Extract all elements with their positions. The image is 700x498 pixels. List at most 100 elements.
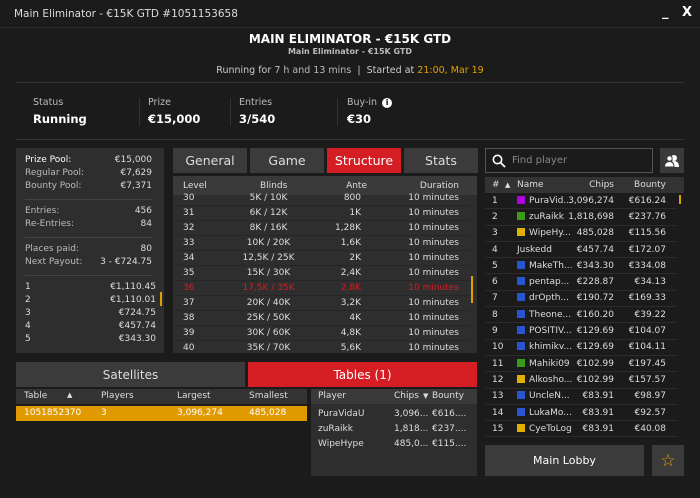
player-chips: €83.91 [582,407,615,418]
player-rank: 13 [492,391,504,402]
divider [16,82,684,83]
blinds: 30K / 60K [246,328,291,338]
running-label: Running for [216,65,272,76]
header-player[interactable]: Player [318,391,346,401]
player-row[interactable]: 7 drOpth... €190.72 €169.33 [485,291,677,308]
player-row[interactable]: 15 CyeToLog €83.91 €40.08 [485,421,677,438]
player-name: Alkosho... [529,374,573,385]
tab-tables[interactable]: Tables (1) [248,362,477,387]
tournament-title: MAIN ELIMINATOR - €15K GTD [248,32,452,46]
level: 31 [183,208,195,218]
tab-general[interactable]: General [173,148,247,173]
prize-summary: Prize €15,000 [148,97,200,126]
scrollbar[interactable] [679,195,681,204]
blinds: 12,5K / 25K [242,253,295,263]
player-row[interactable]: 9 POSITIV... €129.69 €104.07 [485,323,677,340]
header-smallest[interactable]: Smallest [249,391,288,401]
blinds: 35K / 70K [246,343,291,353]
pool-value: 84 [140,219,152,229]
divider [230,98,231,126]
pool-row: Entries: 456 [25,206,152,216]
duration: 10 minutes [408,313,459,323]
tab-game[interactable]: Game [250,148,324,173]
tab-structure[interactable]: Structure [327,148,401,173]
player-row[interactable]: 1 PuraVid... 3,096,274 €616.24 [485,193,677,210]
duration: 10 minutes [408,283,459,293]
blinds: 6K / 12K [249,208,288,218]
header-rank[interactable]: # [492,180,500,190]
player-row[interactable]: 3 WipeHy... 485,028 €115.56 [485,226,677,242]
separator: | [357,65,361,76]
duration: 10 minutes [408,208,459,218]
player-row[interactable]: 11 Mahiki09 €102.99 €197.45 [485,356,677,373]
duration: 10 minutes [408,253,459,263]
level-row: 35 15K / 30K 2,4K 10 minutes [173,266,471,281]
pool-row: Re-Entries: 84 [25,219,152,229]
level-row: 31 6K / 12K 1K 10 minutes [173,206,471,221]
player-row[interactable]: 14 LukaMo... €83.91 €92.57 [485,405,677,422]
player-row[interactable]: 10 khimikv... €129.69 €104.11 [485,340,677,356]
header-duration: Duration [419,180,459,191]
header-table[interactable]: Table [24,391,47,401]
close-button[interactable]: X [682,5,692,20]
header-bounty[interactable]: Bounty [634,180,666,190]
pool-label: Prize Pool: [25,155,72,165]
player-color-swatch [517,260,525,269]
player-rank: 5 [492,260,498,271]
header-bounty[interactable]: Bounty [432,391,464,401]
ante: 3,2K [340,298,361,308]
header-name[interactable]: Name [517,180,544,190]
player-row[interactable]: 13 UncleN... €83.91 €98.97 [485,389,677,405]
player-name-cell: Theone... [517,309,575,320]
player-rank: 6 [492,277,498,288]
player-row[interactable]: 12 Alkosho... €102.99 €157.57 [485,372,677,389]
payout-amount: €1,110.01 [110,295,156,305]
player-row[interactable]: 5 MakeTh... €343.30 €334.08 [485,258,677,275]
player-row[interactable]: 6 pentap... €228.87 €34.13 [485,275,677,291]
level-row: 34 12,5K / 25K 2K 10 minutes [173,251,471,266]
player-bounty: €39.22 [634,309,667,320]
header-level: Level [183,180,207,191]
table-row[interactable]: 1051852370 3 3,096,274 485,028 [16,406,307,421]
info-icon[interactable]: i [382,98,393,108]
header-largest[interactable]: Largest [177,391,211,401]
player-bounty: €115.56 [628,228,666,239]
minimize-button[interactable]: _ [662,5,669,20]
player-row[interactable]: 4 Juskedd €457.74 €172.07 [485,242,677,259]
scrollbar[interactable] [471,276,473,303]
scrollbar[interactable] [160,292,162,306]
blinds: 10K / 20K [246,238,291,248]
header-chips[interactable]: Chips [589,180,614,190]
header-players[interactable]: Players [101,391,134,401]
table-player-row[interactable]: PuraVidaU 3,096... €616.... [311,407,477,422]
favorite-button[interactable]: ☆ [652,445,684,476]
player-chips: €343.30 [576,260,614,271]
tab-stats[interactable]: Stats [404,148,478,173]
player-color-swatch [517,391,525,400]
payout-place: 5 [25,334,31,344]
player-name-cell: Juskedd [517,245,575,255]
level-row: 38 25K / 50K 4K 10 minutes [173,311,471,326]
player-row[interactable]: 2 zuRaikk 1,818,698 €237.76 [485,209,677,226]
level-row: 32 8K / 16K 1,28K 10 minutes [173,221,471,236]
find-player-input[interactable]: Find player [485,148,653,173]
player-name: Mahiki09 [529,358,570,369]
table-player-row[interactable]: zuRaikk 1,818... €237.... [311,422,477,437]
star-icon: ☆ [660,450,676,471]
ante: 2,8K [340,283,361,293]
player-name-cell: zuRaikk [517,211,575,222]
header-chips[interactable]: Chips [394,391,419,401]
tables-header: Table ▲ Players Largest Smallest [16,389,307,404]
player: zuRaikk [318,424,353,434]
table-player-row[interactable]: WipeHype 485,0... €115.... [311,437,477,452]
main-lobby-button[interactable]: Main Lobby [485,445,644,476]
player-rank: 7 [492,293,498,304]
player-row[interactable]: 8 Theone... €160.20 €39.22 [485,307,677,324]
player-chips: €129.69 [576,326,614,337]
status-value: Running [33,112,87,126]
tab-satellites[interactable]: Satellites [16,362,245,387]
payout-place: 2 [25,295,31,305]
status-label: Status [33,97,64,108]
players-button[interactable] [660,148,684,173]
ante: 4K [349,313,361,323]
